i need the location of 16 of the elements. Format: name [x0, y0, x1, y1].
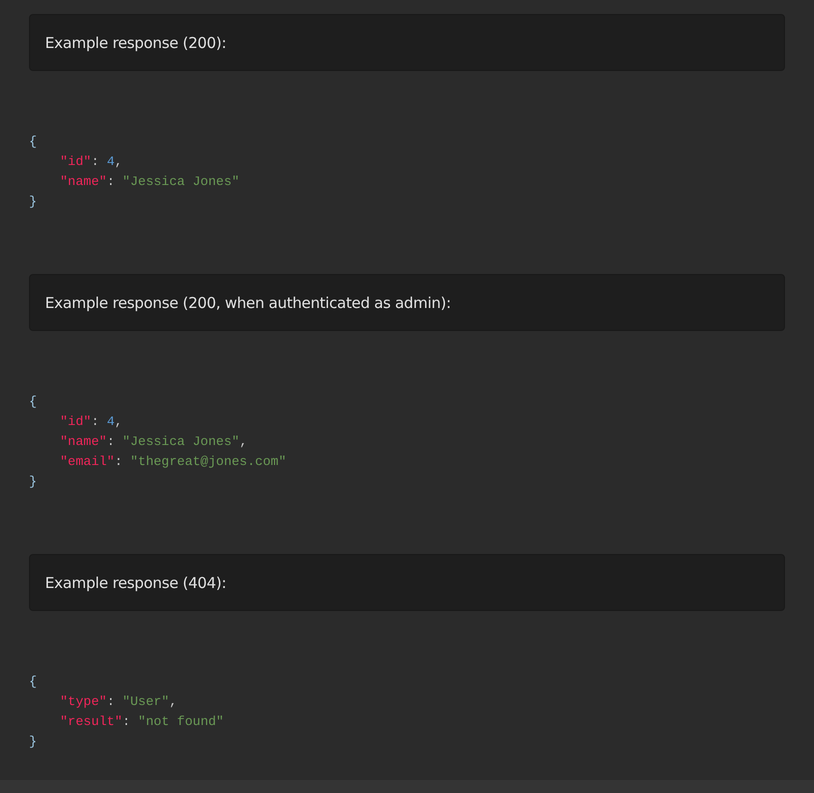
code-line: "type": "User",: [59, 693, 178, 711]
code-line: {: [29, 133, 37, 151]
code-line: "id": 4,: [59, 413, 122, 431]
response-heading: Example response (200, when authenticated as admin):: [29, 274, 785, 331]
code-line: }: [29, 473, 37, 491]
code-line: "name": "Jessica Jones": [59, 173, 240, 191]
code-line: "name": "Jessica Jones",: [59, 433, 248, 451]
code-line: "id": 4,: [59, 153, 122, 171]
response-heading: Example response (404):: [29, 554, 785, 611]
code-line: "result": "not found": [59, 713, 224, 731]
code-line: "email": "thegreat@jones.com": [59, 453, 286, 471]
response-heading: Example response (200):: [29, 14, 785, 71]
code-line: }: [29, 733, 37, 751]
code-line: }: [29, 193, 37, 211]
code-line: {: [29, 673, 37, 691]
code-line: {: [29, 393, 37, 411]
